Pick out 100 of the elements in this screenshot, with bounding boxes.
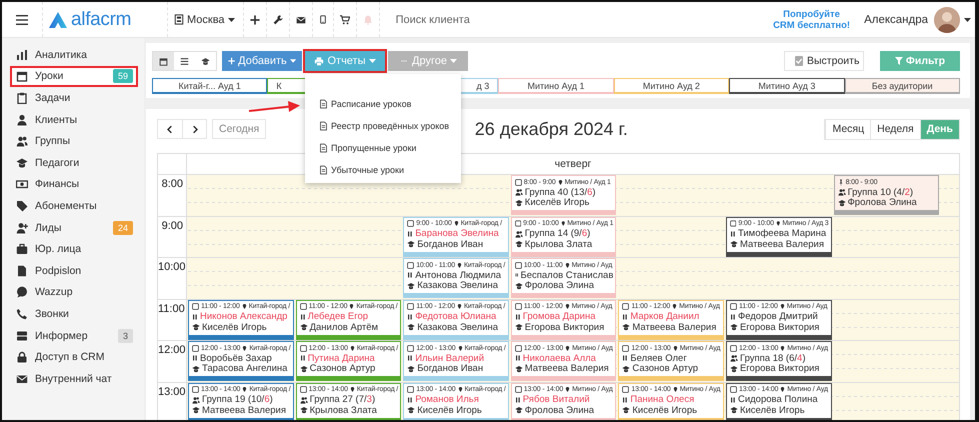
map-pin-icon — [242, 386, 248, 393]
map-pin-icon — [776, 220, 780, 227]
wrench-icon — [272, 14, 283, 24]
student-name: Никонов Александр — [200, 311, 288, 322]
sidebar-item[interactable]: Абонементы — [10, 195, 138, 217]
cap-icon — [514, 240, 523, 248]
menu-item[interactable]: Расписание уроков — [305, 93, 461, 115]
sidebar-item[interactable]: Финансы — [10, 174, 138, 196]
map-pin-icon — [564, 303, 570, 310]
menu-item[interactable]: Реестр проведённых уроков — [305, 115, 461, 137]
teacher-name: Богданов Иван — [417, 238, 484, 250]
room-tab[interactable]: Митино Ауд 2 — [614, 78, 730, 94]
avatar[interactable] — [934, 6, 960, 32]
teacher-name: Егорова Виктория — [524, 322, 604, 333]
sidebar-item[interactable]: Группы — [10, 130, 138, 152]
cap-icon — [407, 240, 416, 248]
sidebar-item[interactable]: Задачи — [10, 87, 138, 109]
today-button[interactable]: Сегодня — [212, 119, 266, 139]
chevron-right-icon — [190, 124, 198, 134]
briefcase-icon — [16, 243, 28, 256]
checkbox-icon — [622, 303, 630, 310]
printer-icon — [314, 56, 324, 66]
arrange-checkbox[interactable]: Выстроить — [784, 51, 864, 71]
bars-icon — [407, 354, 414, 362]
bars-icon — [730, 396, 736, 404]
map-pin-icon — [454, 220, 459, 227]
checkbox-icon — [407, 220, 414, 227]
room-tab[interactable]: Без аудитории — [844, 78, 960, 94]
student-name: Тимофеева Марина — [738, 228, 826, 240]
checkbox-icon — [300, 386, 307, 393]
cap-icon — [838, 198, 846, 207]
room-tab[interactable]: Китай-г... Ауд 1 — [152, 78, 268, 94]
logo-text[interactable]: alfacrm — [71, 8, 132, 30]
checkbox-icon — [300, 303, 307, 310]
checkbox-icon — [192, 386, 199, 393]
checkbox-icon — [795, 56, 803, 66]
cap-icon — [730, 364, 738, 373]
person-icon — [16, 114, 28, 126]
teacher-name: Казакова Эвелина — [417, 322, 498, 333]
clipboard-icon — [16, 92, 28, 104]
cap-icon — [407, 364, 416, 373]
view-toggle[interactable] — [153, 52, 174, 70]
cap-icon — [407, 282, 416, 290]
map-pin-icon — [242, 303, 247, 310]
map-pin-icon — [672, 386, 678, 393]
sidebar-item[interactable]: Внутренний чат — [10, 368, 138, 390]
checkbox-icon — [730, 386, 737, 393]
sidebar-item[interactable]: Уроки 59 — [10, 66, 138, 88]
checkbox-icon — [514, 178, 522, 186]
sidebar-item[interactable]: Педагоги — [10, 152, 138, 174]
document-icon — [319, 143, 328, 153]
search-field[interactable]: Поиск клиента — [394, 12, 598, 26]
sidebar-item[interactable]: Информер 3 — [10, 324, 138, 346]
map-pin-icon — [350, 344, 355, 352]
document-icon — [319, 165, 328, 175]
student-name: Рябов Виталий — [522, 394, 590, 406]
sidebar-item[interactable]: Юр. лица — [10, 238, 138, 260]
sidebar-item[interactable]: Лиды 24 — [10, 216, 138, 238]
sidebar-item[interactable]: Звонки — [10, 303, 138, 325]
city-selector[interactable]: Москва — [168, 2, 244, 37]
room-tab[interactable]: Митино Ауд 1 — [498, 78, 614, 94]
student-name: Ильин Валерий — [415, 352, 484, 364]
cap-icon — [514, 364, 523, 373]
student-name: Баранова Эвелина — [415, 228, 499, 240]
sidebar-item[interactable]: Wazzup — [10, 282, 138, 304]
cap-icon — [16, 156, 28, 169]
caret-icon — [368, 59, 376, 63]
sidebar-item[interactable]: Доступ в CRM — [10, 346, 138, 368]
checkbox-icon — [730, 303, 737, 310]
checkbox-icon — [407, 386, 414, 393]
teacher-name: Матвеева Валерия — [524, 363, 609, 374]
cap-icon — [730, 406, 738, 414]
count-badge: 59 — [112, 69, 133, 84]
menu-item[interactable]: Убыточные уроки — [305, 159, 461, 181]
room-tab[interactable]: Митино Ауд 3 — [729, 78, 845, 94]
map-pin-icon — [780, 344, 786, 352]
people-icon — [838, 188, 846, 196]
document-icon — [319, 99, 328, 109]
teacher-name: Фролова Элина — [524, 404, 594, 416]
menu-item[interactable]: Пропущенные уроки — [305, 137, 461, 159]
bars-icon — [622, 354, 628, 362]
count-badge: 24 — [112, 220, 133, 235]
date-title: 26 декабря 2024 г. — [474, 118, 628, 140]
person-plus-icon — [16, 222, 28, 234]
teacher-name: Киселёв Игорь — [632, 404, 698, 416]
teacher-name: Киселёв Игорь — [417, 404, 482, 416]
menu-icon — [15, 14, 29, 26]
group-name: Группа 10 (4/2) — [848, 186, 914, 198]
sidebar-item[interactable]: Аналитика — [10, 44, 138, 66]
student-name: Романов Илья — [415, 394, 479, 406]
checkbox-icon — [192, 303, 199, 310]
user-name[interactable]: Александра — [864, 14, 928, 26]
people-icon — [300, 396, 308, 404]
checkbox-icon — [730, 220, 736, 227]
sidebar-item[interactable]: Podpislon — [10, 260, 138, 282]
phone-icon — [318, 14, 327, 25]
student-name: Воробьёв Захар — [200, 352, 272, 364]
funnel-icon — [894, 57, 903, 65]
map-pin-icon — [242, 344, 248, 352]
sidebar-item[interactable]: Клиенты — [10, 108, 138, 130]
